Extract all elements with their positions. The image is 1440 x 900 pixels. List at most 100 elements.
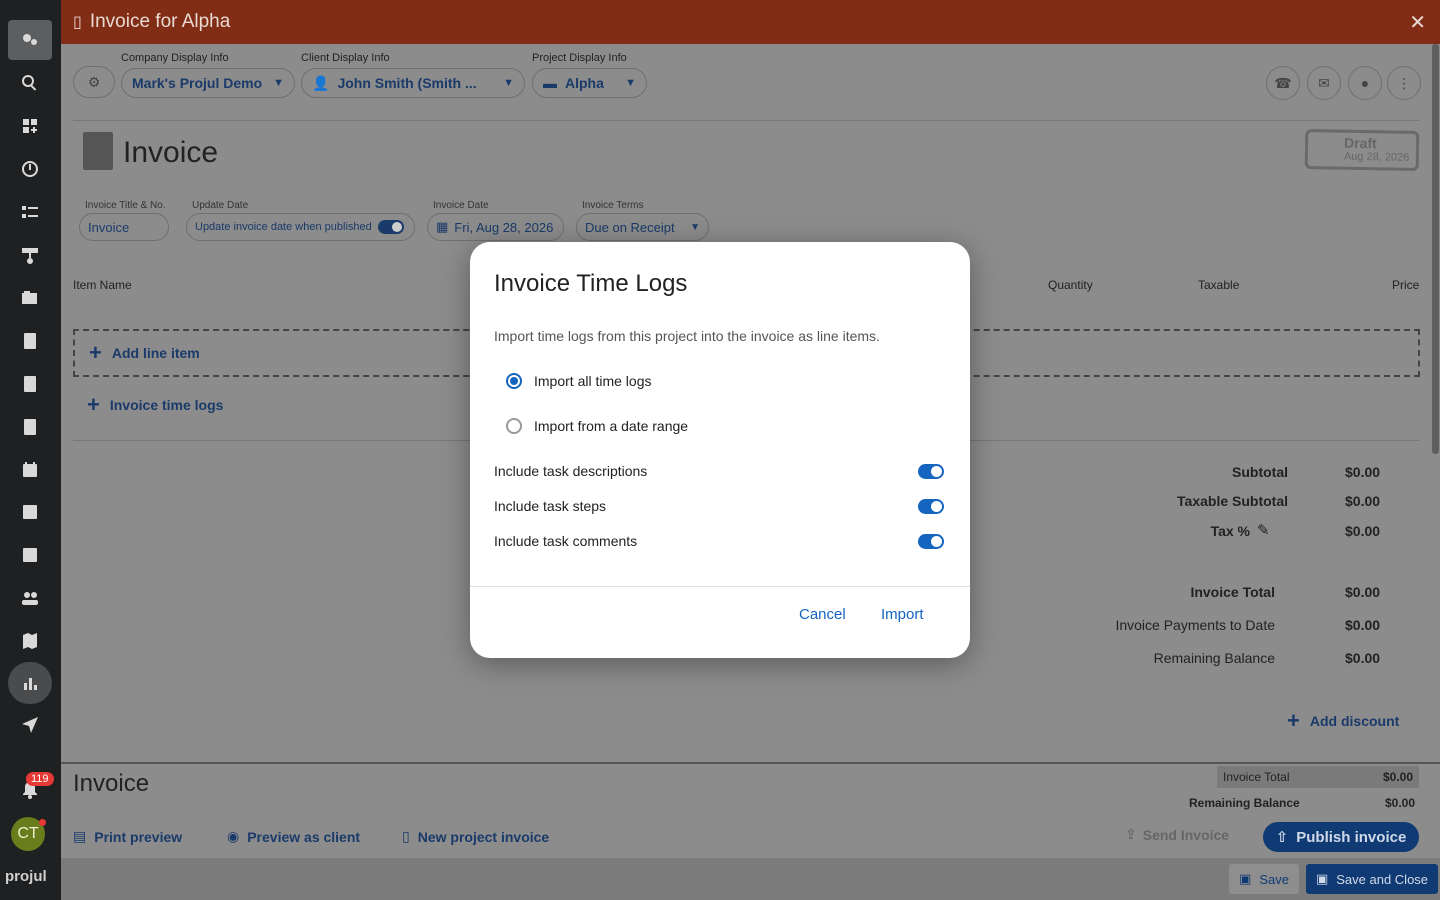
company-label: Company Display Info [121,52,229,64]
col-item-name: Item Name [73,278,132,292]
add-discount-button[interactable]: + Add discount [1287,710,1399,732]
folders-icon[interactable] [8,278,52,318]
paint-roller-icon[interactable] [8,235,52,275]
toggle-row-steps: Include task steps [494,498,944,514]
title-no-label: Invoice Title & No. [85,200,166,211]
eye-icon: ◉ [227,828,240,844]
save-close-button[interactable]: ▣ Save and Close [1306,864,1438,894]
publish-invoice-button[interactable]: ⇧ Publish invoice [1263,822,1419,852]
cancel-button[interactable]: Cancel [799,606,846,623]
reports-chart-icon[interactable] [8,662,52,704]
radio-unselected-icon[interactable] [506,418,522,434]
invoice-icon[interactable] [8,364,52,404]
import-button[interactable]: Import [881,606,924,623]
folder-icon: ▬ [543,75,557,91]
invoice-doc-icon: ▯ [402,828,410,844]
radio-date-range[interactable]: Import from a date range [506,418,688,434]
search-icon[interactable] [8,63,52,103]
window-titlebar: ▯ Invoice for Alpha ✕ [61,0,1440,44]
map-icon[interactable] [8,621,52,661]
footer-total-value: $0.00 [1382,770,1413,784]
dialog-description: Import time logs from this project into … [494,328,880,344]
send-invoice-label: Send Invoice [1142,826,1230,843]
status-date: Aug 28, 2026 [1343,150,1410,164]
steps-switch[interactable] [918,498,944,514]
plus-icon: + [87,392,100,417]
tax-value: $0.00 [1345,523,1381,539]
draft-status-stamp: Draft Aug 28, 2026 [1304,129,1420,171]
invoice-date-picker[interactable]: ▦ Fri, Aug 28, 2026 [427,213,564,241]
company-settings-icon[interactable]: ⚙ [73,66,115,98]
update-date-toggle-field[interactable]: Update invoice date when published [186,213,415,241]
plus-icon: + [1287,708,1300,733]
update-date-value: Update invoice date when published [195,221,372,233]
company-select[interactable]: Mark's Projul Demo ▼ [121,68,295,98]
clock-icon[interactable] [8,149,52,189]
footer-remaining: Remaining Balance $0.00 [1189,796,1415,810]
phone-icon[interactable]: ☎ [1266,66,1300,100]
client-value: John Smith (Smith ... [337,75,477,91]
remaining-value: $0.00 [1345,650,1381,666]
new-invoice-button[interactable]: ▯ New project invoice [402,828,549,845]
save-button[interactable]: ▣ Save [1229,864,1299,894]
invoice-time-logs-button[interactable]: + Invoice time logs [87,394,223,416]
terms-label: Invoice Terms [582,200,644,211]
send-invoice-button[interactable]: ⇪ Send Invoice [1125,826,1229,843]
project-select[interactable]: ▬ Alpha ▼ [532,68,647,98]
project-label: Project Display Info [532,52,627,64]
estimate-icon[interactable] [8,407,52,447]
client-select[interactable]: 👤 John Smith (Smith ... ▼ [301,68,525,98]
edit-tax-icon[interactable]: ✎ [1257,521,1270,539]
invoice-document-icon [83,132,113,170]
settings-gears-icon[interactable] [8,20,52,60]
document-edit-icon[interactable] [8,321,52,361]
client-user-icon: 👤 [312,74,330,91]
comments-switch[interactable] [918,533,944,549]
comments-label: Include task comments [494,533,638,549]
taxable-subtotal-value: $0.00 [1345,493,1381,509]
bottom-action-bar: ▣ Save ▣ Save and Close [61,858,1440,900]
page-scrollbar[interactable] [1432,44,1439,454]
radio-selected-icon[interactable] [506,373,522,389]
invoice-title-input[interactable]: Invoice [79,213,169,241]
chevron-down-icon: ▼ [625,77,636,89]
close-icon[interactable]: ✕ [1409,10,1426,35]
email-icon[interactable]: ✉ [1307,66,1341,100]
printer-icon: ▤ [73,828,87,844]
col-taxable: Taxable [1198,278,1240,292]
task-board-icon[interactable] [8,492,52,532]
preview-client-button[interactable]: ◉ Preview as client [227,828,360,845]
preview-client-label: Preview as client [247,828,361,845]
footer-remaining-value: $0.00 [1384,796,1415,810]
sidebar: 119 CT projul [0,0,61,900]
floppy-icon: ▣ [1239,871,1252,886]
calendar-icon[interactable] [8,450,52,490]
people-icon[interactable] [8,578,52,618]
steps-label: Include task steps [494,498,607,514]
save-label: Save [1259,871,1289,887]
update-date-toggle[interactable] [377,220,404,234]
chat-icon[interactable]: ● [1348,66,1382,100]
send-icon[interactable] [8,705,52,745]
checklist-icon[interactable] [8,192,52,232]
invoice-date-label: Invoice Date [433,200,489,211]
chevron-down-icon: ▼ [503,77,514,89]
new-invoice-label: New project invoice [417,828,550,845]
dialog-title: Invoice Time Logs [494,270,688,297]
more-vertical-icon[interactable]: ⋮ [1387,66,1421,100]
toggle-row-descriptions: Include task descriptions [494,463,944,479]
publish-invoice-label: Publish invoice [1296,828,1407,846]
photos-icon[interactable] [8,535,52,575]
payments-label: Invoice Payments to Date [1115,617,1275,633]
subtotal-value: $0.00 [1345,464,1381,480]
descriptions-switch[interactable] [918,463,944,479]
dashboard-add-icon[interactable] [8,106,52,146]
payments-value: $0.00 [1345,617,1381,633]
chevron-down-icon: ▼ [690,221,700,233]
terms-value: Due on Receipt [585,219,675,235]
invoice-date-value: Fri, Aug 28, 2026 [454,219,554,235]
invoice-terms-select[interactable]: Due on Receipt ▼ [576,213,709,241]
print-preview-button[interactable]: ▤ Print preview [73,828,182,845]
invoice-total-label: Invoice Total [1190,584,1275,600]
radio-all-time-logs[interactable]: Import all time logs [506,373,651,389]
